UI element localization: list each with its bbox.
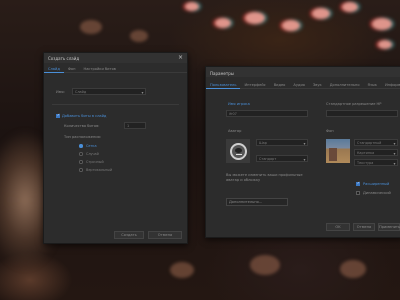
tab-slide[interactable]: Слайд bbox=[44, 64, 64, 73]
cancel-button[interactable]: Отмена bbox=[353, 223, 375, 231]
bokeh-light bbox=[250, 255, 280, 275]
avatar-label: Аватар bbox=[228, 129, 242, 133]
layout-row-radio[interactable] bbox=[79, 160, 83, 164]
settings-dialog: Параметры Пользователь Интерфейс Видео А… bbox=[205, 66, 400, 238]
dynamic-checkbox[interactable] bbox=[356, 191, 360, 195]
dialog-title: Создать слайд bbox=[48, 56, 80, 61]
extended-label: Расширенный bbox=[363, 182, 390, 186]
tab-info[interactable]: Информация bbox=[381, 80, 400, 88]
bokeh-light bbox=[340, 260, 366, 278]
add-bits-checkbox[interactable] bbox=[56, 113, 60, 118]
dialog-titlebar[interactable]: Создать слайд × bbox=[44, 53, 187, 63]
bit-count-label: Количество битов: bbox=[64, 124, 100, 128]
divider bbox=[52, 104, 179, 105]
bokeh-light bbox=[130, 30, 148, 42]
tab-interface[interactable]: Интерфейс bbox=[240, 80, 269, 88]
resolution-input[interactable] bbox=[326, 110, 398, 117]
cover-texture-select[interactable]: Текстура bbox=[354, 159, 398, 166]
bokeh-light bbox=[215, 18, 231, 28]
extended-checkbox[interactable] bbox=[356, 181, 360, 186]
tab-video[interactable]: Видео bbox=[270, 80, 290, 88]
dialog-titlebar[interactable]: Параметры bbox=[206, 67, 400, 77]
cover-preview-image[interactable] bbox=[326, 139, 350, 163]
hint-text: Вы можете изменить ваши профильные авата… bbox=[226, 173, 303, 182]
avatar-ball-icon bbox=[229, 142, 247, 160]
nickname-input[interactable]: ifr07 bbox=[226, 110, 308, 117]
layout-grid-label: Сетка bbox=[86, 144, 97, 148]
tab-user[interactable]: Пользователь bbox=[206, 80, 241, 89]
close-icon[interactable]: × bbox=[178, 54, 183, 61]
layout-random-label: Случай bbox=[86, 152, 99, 156]
resolution-label: Стандартное разрешение HP bbox=[326, 102, 382, 106]
bit-count-input[interactable]: 1 bbox=[124, 122, 146, 129]
create-slide-dialog: Создать слайд × Слайд Фон Настройки бито… bbox=[43, 52, 188, 244]
cancel-button[interactable]: Отмена bbox=[148, 231, 182, 239]
bokeh-light bbox=[372, 18, 392, 30]
add-bits-label: Добавить биты в слайд bbox=[62, 114, 107, 118]
dialog-tabs: Слайд Фон Настройки битов bbox=[44, 64, 187, 73]
layout-type-label: Тип расположения: bbox=[64, 135, 102, 139]
tab-language[interactable]: Язык bbox=[364, 80, 381, 88]
layout-vertical-radio[interactable] bbox=[79, 168, 83, 172]
name-select[interactable]: Слайд bbox=[72, 88, 146, 95]
create-button[interactable]: Создать bbox=[114, 231, 144, 239]
tab-advanced[interactable]: Дополнительно bbox=[326, 80, 364, 88]
layout-random-radio[interactable] bbox=[79, 152, 83, 156]
avatar-type-select[interactable]: Шар bbox=[256, 139, 308, 146]
bokeh-light bbox=[378, 40, 392, 49]
avatar-preview[interactable] bbox=[226, 139, 250, 163]
cover-image-select[interactable]: Картинка bbox=[354, 149, 398, 156]
layout-grid-radio[interactable] bbox=[79, 144, 83, 148]
cover-type-select[interactable]: Стандартный bbox=[354, 139, 398, 146]
dynamic-label: Динамический bbox=[363, 191, 391, 195]
bokeh-light bbox=[80, 20, 102, 34]
ok-button[interactable]: OK bbox=[326, 223, 350, 231]
tab-bit-settings[interactable]: Настройки битов bbox=[80, 64, 120, 72]
avatar-style-select[interactable]: Стандарт bbox=[256, 155, 308, 162]
bokeh-light bbox=[245, 12, 265, 24]
tab-sound[interactable]: Звук bbox=[309, 80, 326, 88]
name-label: Имя: bbox=[56, 90, 65, 94]
bokeh-light bbox=[185, 2, 199, 11]
settings-tabs: Пользователь Интерфейс Видео Аудио Звук … bbox=[206, 80, 400, 89]
more-options-button[interactable]: Дополнительно... bbox=[226, 198, 288, 206]
nickname-label: Имя игрока bbox=[228, 102, 250, 106]
tab-audio[interactable]: Аудио bbox=[289, 80, 309, 88]
bokeh-light bbox=[342, 2, 358, 12]
apply-button[interactable]: Применить bbox=[378, 223, 400, 231]
layout-row-label: Строчный bbox=[86, 160, 104, 164]
cover-label: Фон bbox=[326, 129, 334, 133]
dialog-title: Параметры bbox=[210, 71, 234, 76]
layout-vertical-label: Вертикальный bbox=[86, 168, 113, 172]
tab-background[interactable]: Фон bbox=[64, 64, 80, 72]
bokeh-light bbox=[282, 20, 300, 31]
bokeh-light bbox=[170, 262, 194, 278]
bokeh-light bbox=[312, 8, 330, 19]
